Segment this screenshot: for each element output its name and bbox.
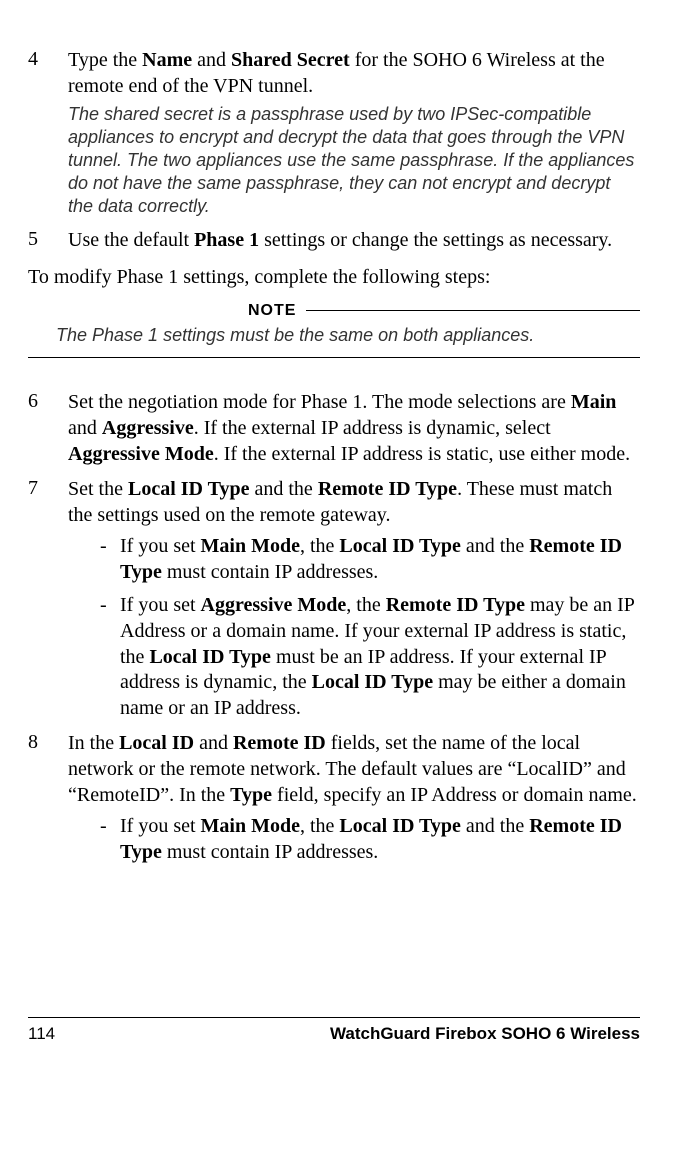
footer-title: WatchGuard Firebox SOHO 6 Wireless xyxy=(330,1024,640,1044)
phase1-intro: To modify Phase 1 settings, complete the… xyxy=(28,264,640,290)
note-label: NOTE xyxy=(248,302,306,320)
step-subnote: The shared secret is a passphrase used b… xyxy=(68,103,640,218)
page-number: 114 xyxy=(28,1024,55,1044)
note-header: NOTE xyxy=(28,302,640,320)
note-body: The Phase 1 settings must be the same on… xyxy=(28,324,640,347)
step-8-bullets: If you set Main Mode, the Local ID Type … xyxy=(68,814,640,865)
step-7: 7 Set the Local ID Type and the Remote I… xyxy=(28,477,640,721)
step-text: Set the negotiation mode for Phase 1. Th… xyxy=(68,391,630,464)
step-5: 5 Use the default Phase 1 settings or ch… xyxy=(28,228,640,254)
page-footer: 114 WatchGuard Firebox SOHO 6 Wireless xyxy=(28,1017,640,1044)
step-number: 8 xyxy=(28,731,56,754)
footer-row: 114 WatchGuard Firebox SOHO 6 Wireless xyxy=(28,1024,640,1044)
step-text: Type the Name and Shared Secret for the … xyxy=(68,49,605,97)
step-number: 4 xyxy=(28,48,56,71)
step-list-top: 4 Type the Name and Shared Secret for th… xyxy=(28,48,640,254)
step-4: 4 Type the Name and Shared Secret for th… xyxy=(28,48,640,218)
step-list-bottom: 6 Set the negotiation mode for Phase 1. … xyxy=(28,390,640,865)
footer-rule xyxy=(28,1017,640,1018)
note-block: NOTE The Phase 1 settings must be the sa… xyxy=(28,302,640,358)
step-number: 7 xyxy=(28,477,56,500)
step-6: 6 Set the negotiation mode for Phase 1. … xyxy=(28,390,640,467)
note-top-rule xyxy=(306,310,640,311)
page: 4 Type the Name and Shared Secret for th… xyxy=(0,0,676,1164)
step-8: 8 In the Local ID and Remote ID fields, … xyxy=(28,731,640,865)
step-number: 6 xyxy=(28,390,56,413)
step-text: Set the Local ID Type and the Remote ID … xyxy=(68,478,612,526)
list-item: If you set Main Mode, the Local ID Type … xyxy=(100,814,640,865)
note-bottom-rule xyxy=(28,357,640,358)
step-7-bullets: If you set Main Mode, the Local ID Type … xyxy=(68,534,640,721)
step-number: 5 xyxy=(28,228,56,251)
step-text: In the Local ID and Remote ID fields, se… xyxy=(68,732,637,805)
list-item: If you set Main Mode, the Local ID Type … xyxy=(100,534,640,585)
list-item: If you set Aggressive Mode, the Remote I… xyxy=(100,593,640,721)
step-text: Use the default Phase 1 settings or chan… xyxy=(68,229,612,251)
